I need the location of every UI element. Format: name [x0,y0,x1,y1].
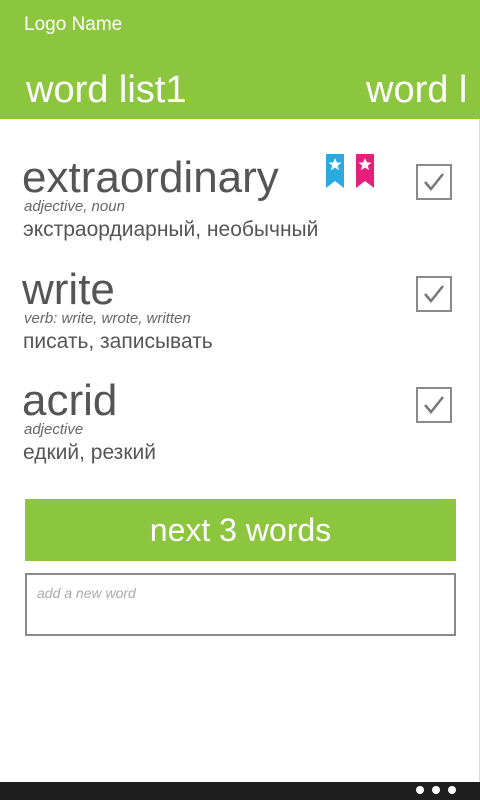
pivot-title-current[interactable]: word list1 [26,69,187,112]
word-list-item: write verb: write, wrote, written писать… [22,268,462,368]
checkmark-icon [424,396,444,414]
word-checkbox[interactable] [416,164,452,200]
header-bar: Logo Name word list1 word l [0,0,480,119]
word-term: acrid [22,376,118,425]
word-term: write [22,265,115,314]
add-word-input[interactable]: add a new word [25,573,456,636]
checkmark-icon [424,285,444,303]
word-translation: едкий, резкий [23,441,156,464]
word-list-item: extraordinary adjective, noun экстраорди… [22,153,462,256]
bookmark-star-pink-icon[interactable] [356,154,374,188]
bookmark-star-blue-icon[interactable] [326,154,344,188]
word-checkbox[interactable] [416,276,452,312]
word-term: extraordinary [22,153,279,202]
word-checkbox[interactable] [416,387,452,423]
word-list-item: acrid adjective едкий, резкий [22,379,462,479]
pivot-title-next[interactable]: word l [366,69,467,112]
app-logo: Logo Name [24,14,123,35]
word-translation: писать, записывать [23,330,213,353]
next-words-button[interactable]: next 3 words [25,499,456,561]
word-part-of-speech: verb: write, wrote, written [24,310,191,327]
ellipsis-icon[interactable] [416,786,456,794]
word-part-of-speech: adjective [24,421,84,438]
checkmark-icon [424,173,444,191]
word-part-of-speech: adjective, noun [24,198,125,215]
word-translation: экстраордиарный, необычный [23,218,319,241]
app-bar [0,782,480,800]
